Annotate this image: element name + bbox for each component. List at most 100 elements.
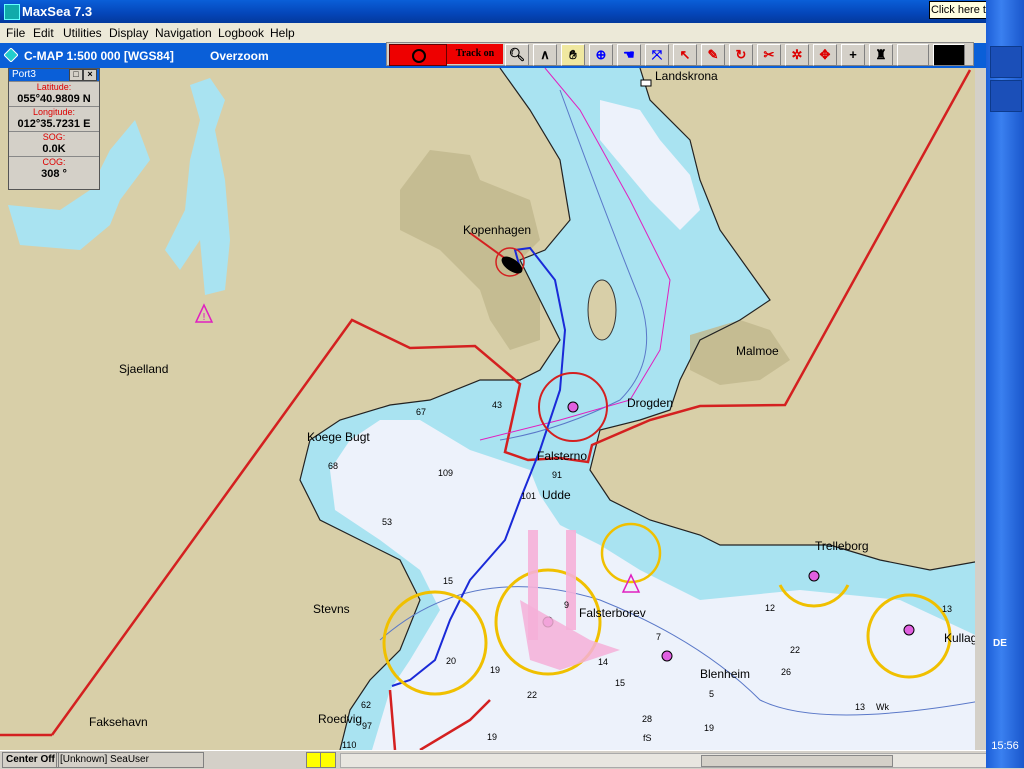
mark-tool-button[interactable]: ✲ bbox=[785, 44, 809, 66]
zoom-tool-button[interactable]: 🔍︎ bbox=[505, 44, 529, 66]
sounding: 15 bbox=[443, 576, 454, 586]
title-bar: MaxSea 7.3 bbox=[0, 0, 1024, 23]
sounding: 22 bbox=[790, 645, 801, 655]
menu-help[interactable]: Help bbox=[270, 26, 295, 40]
label-roedvig: Roedvig bbox=[318, 712, 363, 726]
person-tool-button[interactable]: ♜ bbox=[869, 44, 893, 66]
horizontal-scrollbar[interactable] bbox=[340, 753, 988, 768]
svg-text:!: ! bbox=[202, 312, 206, 323]
menu-utilities[interactable]: Utilities bbox=[63, 26, 102, 40]
menu-bar: File Edit Utilities Display Navigation L… bbox=[0, 23, 986, 43]
grab-icon: ☚ bbox=[623, 47, 635, 62]
sounding: 9 bbox=[564, 600, 570, 610]
taskbar-app-1[interactable] bbox=[990, 46, 1022, 78]
label-malmoe: Malmoe bbox=[736, 344, 779, 358]
move-icon: ✥ bbox=[819, 47, 831, 62]
pointer-icon: ↖ bbox=[679, 47, 691, 62]
sounding: 97 bbox=[362, 721, 373, 731]
compass-tool-button[interactable]: ∧ bbox=[533, 44, 557, 66]
crosshair-icon: ⊕ bbox=[595, 47, 607, 62]
sounding: 91 bbox=[552, 470, 563, 480]
label-sjaelland: Sjaelland bbox=[119, 362, 169, 376]
sounding: 14 bbox=[598, 657, 609, 667]
sounding: 28 bbox=[642, 714, 653, 724]
sog-value: 0.0K bbox=[42, 143, 66, 155]
menu-logbook[interactable]: Logbook bbox=[218, 26, 264, 40]
position-panel: Port3 □ × Latitude: 055°40.9809 N Longit… bbox=[8, 68, 100, 190]
vertical-scrollbar[interactable] bbox=[975, 68, 986, 750]
sounding: 20 bbox=[446, 656, 457, 666]
menu-file[interactable]: File bbox=[6, 26, 25, 40]
menu-edit[interactable]: Edit bbox=[33, 26, 54, 40]
label-falsterno: Falsterno bbox=[537, 449, 588, 463]
toolbar: Track on 🔍︎ ∧ ✋︎ ⊕ ☚ ⤧ ↖ ✎ ↻ ✂ ✲ ✥ + ♜ bbox=[386, 42, 974, 66]
overzoom-label: Overzoom bbox=[210, 49, 269, 63]
cog-label: COG: bbox=[9, 156, 99, 168]
label-udde: Udde bbox=[542, 488, 571, 502]
measure-tool-button[interactable]: ⤧ bbox=[645, 44, 669, 66]
chart-scale: C-MAP 1:500 000 [WGS84] bbox=[24, 49, 174, 63]
sounding: 43 bbox=[492, 400, 503, 410]
menu-display[interactable]: Display bbox=[109, 26, 148, 40]
route-icon: ↻ bbox=[735, 47, 747, 62]
buoy bbox=[661, 650, 673, 662]
panel-header[interactable]: Port3 □ × bbox=[9, 69, 99, 81]
restore-button[interactable]: □ bbox=[69, 69, 83, 81]
track-on-button[interactable]: Track on bbox=[447, 44, 503, 64]
buoy bbox=[903, 624, 915, 636]
route-tool-button[interactable]: ↻ bbox=[729, 44, 753, 66]
panel-title: Port3 bbox=[12, 69, 36, 80]
lon-label: Longitude: bbox=[9, 106, 99, 118]
cross-tool-button[interactable]: + bbox=[841, 44, 865, 66]
label-kopenhagen: Kopenhagen bbox=[463, 223, 532, 237]
compass-icon: ∧ bbox=[540, 47, 550, 62]
pointer-tool-button[interactable]: ↖ bbox=[673, 44, 697, 66]
label-landskrona: Landskrona bbox=[655, 69, 718, 83]
scissors-tool-button[interactable]: ✂ bbox=[757, 44, 781, 66]
sounding: 19 bbox=[704, 723, 715, 733]
record-icon bbox=[412, 49, 426, 63]
status-indicator-2 bbox=[320, 752, 336, 768]
island-saltholm bbox=[587, 279, 617, 341]
label-drogden: Drogden bbox=[627, 396, 674, 410]
sounding: 5 bbox=[709, 689, 715, 699]
color-swatch[interactable] bbox=[933, 44, 965, 66]
chart-icon bbox=[4, 48, 18, 62]
buoy bbox=[567, 401, 579, 413]
sounding: 109 bbox=[438, 468, 454, 478]
close-button[interactable]: × bbox=[83, 69, 97, 81]
hand-tool-button[interactable]: ✋︎ bbox=[561, 44, 585, 66]
label-trelleborg: Trelleborg bbox=[815, 539, 869, 553]
chart-map[interactable]: ! Landskrona Kopenhagen Sjaelland Malmoe… bbox=[0, 68, 986, 750]
mark-icon: ✲ bbox=[791, 47, 803, 62]
sounding: 22 bbox=[527, 690, 538, 700]
sounding: 62 bbox=[361, 700, 372, 710]
sounding: 26 bbox=[781, 667, 792, 677]
sounding: Wk bbox=[876, 702, 889, 712]
sounding: 19 bbox=[490, 665, 501, 675]
grab-tool-button[interactable]: ☚ bbox=[617, 44, 641, 66]
status-bar: Center Off [Unknown] SeaUser bbox=[0, 750, 988, 769]
magnifier-icon: 🔍︎ bbox=[508, 47, 526, 62]
taskbar bbox=[986, 0, 1024, 768]
sounding: 67 bbox=[416, 407, 427, 417]
pencil-tool-button[interactable]: ✎ bbox=[701, 44, 725, 66]
taskbar-app-2[interactable] bbox=[990, 80, 1022, 112]
label-falsterborev: Falsterborev bbox=[579, 606, 646, 620]
target-tool-button[interactable]: ⊕ bbox=[589, 44, 613, 66]
window-title: MaxSea 7.3 bbox=[22, 4, 93, 19]
label-stevns: Stevns bbox=[313, 602, 350, 616]
menu-navigation[interactable]: Navigation bbox=[155, 26, 212, 40]
sounding: 68 bbox=[328, 461, 339, 471]
plus-icon: + bbox=[849, 47, 857, 62]
move-tool-button[interactable]: ✥ bbox=[813, 44, 837, 66]
label-blenheim: Blenheim bbox=[700, 667, 751, 681]
record-button[interactable] bbox=[389, 44, 447, 66]
language-indicator[interactable]: DE bbox=[993, 638, 1007, 649]
lat-value: 055°40.9809 N bbox=[17, 93, 91, 105]
town-marker bbox=[640, 79, 652, 87]
traffic-separation-2 bbox=[566, 530, 576, 630]
center-off-button[interactable]: Center Off bbox=[2, 752, 59, 768]
pencil-icon: ✎ bbox=[707, 47, 719, 62]
scroll-thumb[interactable] bbox=[701, 755, 893, 767]
